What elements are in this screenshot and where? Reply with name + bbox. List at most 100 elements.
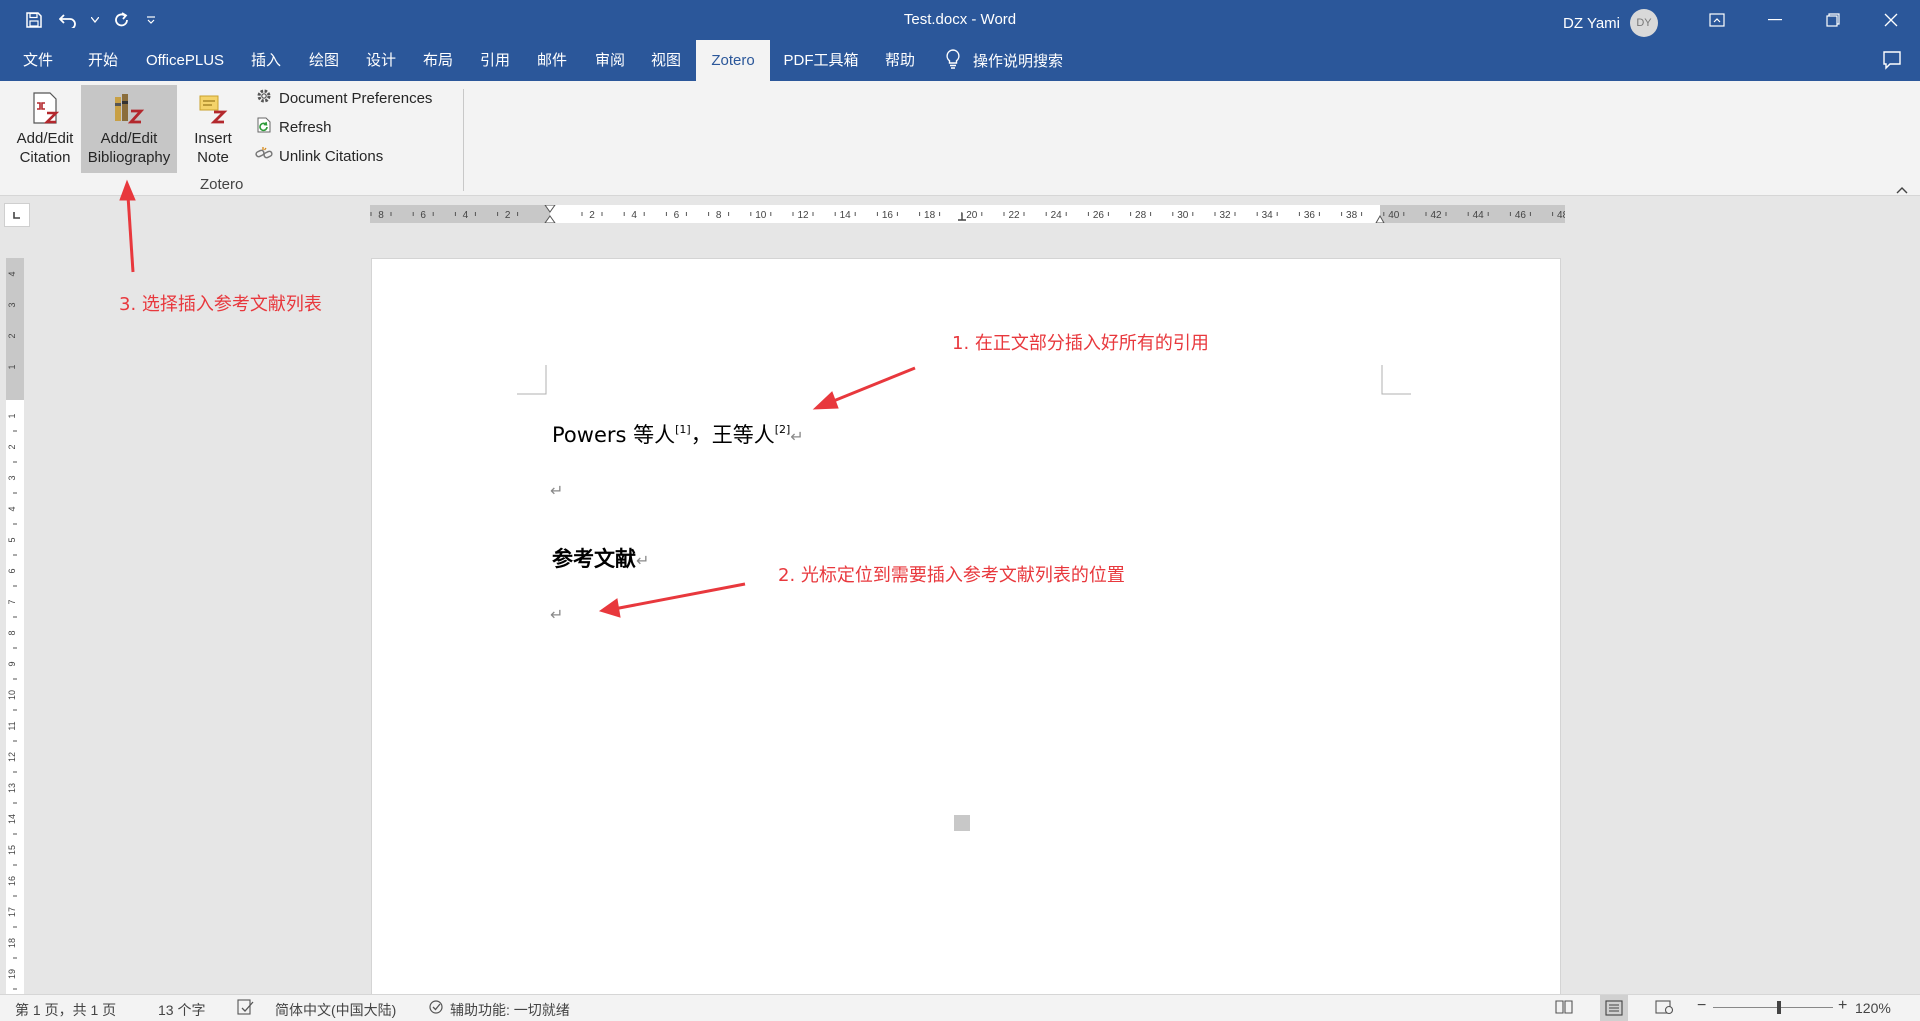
accessibility-icon[interactable] — [428, 999, 446, 1018]
bibliography-insert-position[interactable]: ↵ — [550, 605, 563, 624]
tab-officeplus[interactable]: OfficePLUS — [136, 40, 234, 81]
ruler-tick-label: 2 — [7, 444, 17, 449]
print-layout-icon[interactable] — [1600, 995, 1628, 1021]
tab-design[interactable]: 设计 — [355, 40, 407, 81]
note-icon — [196, 91, 230, 125]
ruler-tick-label: 22 — [1008, 210, 1020, 221]
document-preferences-button[interactable]: Document Preferences — [255, 87, 432, 109]
ruler-tick-label: 4 — [7, 506, 17, 511]
ruler-tick-label: 8 — [716, 210, 722, 221]
horizontal-ruler[interactable]: 8 6 4 2 2 4 6 8 10 12 14 16 18 20 22 24 26 28 30 32 34 36 38 40… — [370, 205, 1565, 223]
refresh-label: Refresh — [279, 118, 332, 136]
title-bar: Test.docx - Word DZ Yami DY — [0, 0, 1920, 40]
tab-review[interactable]: 审阅 — [584, 40, 636, 81]
ruler-tick-label: 14 — [840, 210, 852, 221]
word-count[interactable]: 13 个字 — [158, 1000, 205, 1020]
citation-text-1: Powers 等人 — [552, 423, 676, 447]
zoom-slider[interactable] — [1713, 1007, 1833, 1008]
minimize-icon[interactable] — [1746, 0, 1804, 40]
ruler-tick-label: 3 — [7, 302, 17, 307]
read-mode-icon[interactable] — [1555, 999, 1573, 1018]
references-heading-text: 参考文献 — [552, 547, 636, 571]
language-status[interactable]: 简体中文(中国大陆) — [275, 1000, 396, 1020]
bibliography-icon — [112, 91, 146, 125]
tab-selector[interactable] — [4, 203, 30, 227]
zoom-out-icon[interactable]: − — [1697, 997, 1706, 1015]
ruler-tick-label: 44 — [1473, 210, 1485, 221]
ruler-tick-label: 38 — [1346, 210, 1358, 221]
tab-references[interactable]: 引用 — [469, 40, 521, 81]
ruler-tick-label: 12 — [797, 210, 809, 221]
tab-file[interactable]: 文件 — [14, 40, 62, 81]
tab-zotero[interactable]: Zotero — [696, 40, 770, 81]
comments-icon[interactable] — [1882, 50, 1902, 75]
add-edit-bibliography-label-1: Add/Edit — [100, 130, 158, 147]
ruler-tick-label: 16 — [7, 876, 17, 886]
gear-icon — [255, 87, 273, 109]
ruler-tick-label: 36 — [1304, 210, 1316, 221]
web-layout-icon[interactable] — [1655, 999, 1674, 1018]
user-name: DZ Yami — [1563, 14, 1620, 32]
tell-me-search[interactable]: 操作说明搜索 — [945, 40, 1063, 81]
ruler-tick-label: 40 — [1388, 210, 1400, 221]
insert-note-button[interactable]: Insert Note — [186, 85, 240, 173]
ruler-tick-label: 4 — [7, 271, 17, 276]
insert-note-label-1: Insert — [194, 130, 232, 147]
tab-home[interactable]: 开始 — [76, 40, 130, 81]
tab-draw[interactable]: 绘图 — [298, 40, 350, 81]
ruler-tick-label: 12 — [7, 752, 17, 762]
tab-help[interactable]: 帮助 — [874, 40, 926, 81]
ruler-tick-label: 5 — [7, 537, 17, 542]
empty-paragraph[interactable]: ↵ — [550, 481, 563, 500]
ruler-tick-label: 13 — [7, 783, 17, 793]
avatar[interactable]: DY — [1630, 9, 1658, 37]
tab-pdf-toolbox[interactable]: PDF工具箱 — [776, 40, 866, 81]
tab-mailings[interactable]: 邮件 — [526, 40, 578, 81]
ruler-tick-label: 1 — [7, 413, 17, 418]
ruler-tick-label: 20 — [966, 210, 978, 221]
ruler-tick-label: 4 — [463, 210, 469, 221]
page-count[interactable]: 第 1 页，共 1 页 — [15, 1000, 116, 1020]
zoom-level[interactable]: 120% — [1855, 1000, 1891, 1016]
add-edit-bibliography-label-2: Bibliography — [87, 149, 171, 166]
tab-layout[interactable]: 布局 — [412, 40, 464, 81]
tab-view[interactable]: 视图 — [640, 40, 692, 81]
margin-corner-top-left — [517, 365, 547, 395]
paragraph-mark: ↵ — [636, 551, 650, 570]
proofing-icon[interactable] — [237, 999, 255, 1018]
annotation-step1: 1. 在正文部分插入好所有的引用 — [952, 333, 1209, 354]
ruler-tick-label: 48 — [1557, 210, 1565, 221]
zoom-in-icon[interactable]: + — [1838, 997, 1847, 1015]
close-icon[interactable] — [1862, 0, 1920, 40]
ruler-tick-label: 6 — [420, 210, 426, 221]
citation-marker-2[interactable]: [2] — [775, 423, 791, 436]
accessibility-status[interactable]: 辅助功能: 一切就绪 — [450, 1000, 570, 1020]
add-edit-citation-button[interactable]: Add/Edit Citation — [8, 85, 82, 173]
ruler-tick-label: 15 — [7, 845, 17, 855]
zotero-group-label: Zotero — [200, 176, 244, 193]
add-edit-bibliography-button[interactable]: Add/Edit Bibliography — [81, 85, 177, 173]
arrow-step3 — [126, 195, 135, 273]
ruler-tick-label: 46 — [1515, 210, 1527, 221]
ruler-tick-label: 10 — [755, 210, 767, 221]
user-account[interactable]: DZ Yami DY — [1563, 9, 1658, 37]
ruler-tick-label: 16 — [882, 210, 894, 221]
tell-me-label: 操作说明搜索 — [973, 53, 1064, 70]
tab-insert[interactable]: 插入 — [240, 40, 292, 81]
document-page[interactable]: Powers 等人[1]，王等人[2]↵ ↵ 参考文献↵ ↵ — [371, 258, 1561, 998]
vertical-ruler[interactable]: 432112345678910111213141516171819 — [6, 258, 24, 994]
refresh-button[interactable]: Refresh — [255, 116, 332, 138]
ruler-tick-label: 9 — [7, 661, 17, 666]
unlink-citations-button[interactable]: Unlink Citations — [255, 145, 383, 167]
ruler-tick-label: 19 — [7, 969, 17, 979]
ruler-margin-top — [6, 258, 24, 400]
restore-icon[interactable] — [1804, 0, 1862, 40]
ribbon-display-options-icon[interactable] — [1688, 0, 1746, 40]
collapse-ribbon-icon[interactable] — [1896, 181, 1908, 199]
ruler-tick-label: 8 — [7, 630, 17, 635]
zoom-slider-thumb[interactable] — [1777, 1001, 1781, 1014]
body-paragraph[interactable]: Powers 等人[1]，王等人[2]↵ — [552, 419, 804, 449]
references-heading[interactable]: 参考文献↵ — [552, 543, 649, 573]
citation-marker-1[interactable]: [1] — [675, 423, 691, 436]
ribbon-tabs: 文件 开始 OfficePLUS 插入 绘图 设计 布局 引用 邮件 审阅 视图… — [0, 40, 1920, 81]
